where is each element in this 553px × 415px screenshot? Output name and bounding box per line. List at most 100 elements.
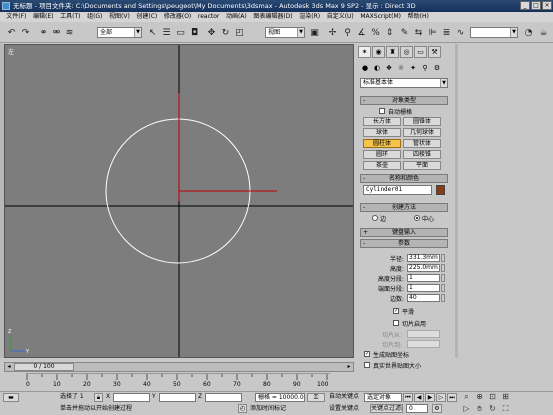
command-panel-scrollbar[interactable]: [455, 44, 458, 358]
menu-maxscript[interactable]: MAXScript(M): [357, 12, 404, 22]
menu-create[interactable]: 创建(C): [133, 12, 160, 22]
go-to-start-icon[interactable]: ⏮: [403, 393, 413, 402]
gen-mapping-checkbox[interactable]: ✓: [364, 351, 370, 357]
motion-tab[interactable]: ◎: [400, 46, 413, 58]
autogrid-checkbox[interactable]: [379, 108, 385, 114]
select-and-manipulate-icon[interactable]: ✢: [326, 26, 339, 39]
cylinder-button[interactable]: 圆柱体: [363, 139, 401, 148]
select-by-name-icon[interactable]: ☰: [160, 26, 173, 39]
slice-on-checkbox[interactable]: [393, 320, 399, 326]
key-filters-button[interactable]: 关键点过滤器...: [370, 404, 403, 413]
cameras-icon[interactable]: ☼: [396, 63, 406, 73]
menu-animation[interactable]: 动画(A): [223, 12, 250, 22]
key-filter-set-dropdown[interactable]: 选定对象: [364, 393, 402, 402]
window-crossing-icon[interactable]: ◘: [188, 26, 201, 39]
shapes-icon[interactable]: ◐: [372, 63, 382, 73]
render-scene-icon[interactable]: ☕: [537, 26, 550, 39]
maxscript-listener-button[interactable]: ▬: [3, 393, 19, 402]
percent-snap-icon[interactable]: %: [369, 26, 382, 39]
viewport-left[interactable]: 左 Z Y: [4, 44, 354, 358]
radius-field[interactable]: 331.3mm: [407, 254, 440, 262]
selection-filter-dropdown[interactable]: 全部 ▼: [97, 27, 142, 38]
plane-button[interactable]: 平面: [403, 161, 441, 170]
curve-editor-icon[interactable]: ∿: [454, 26, 467, 39]
named-selection-dropdown[interactable]: ▼: [470, 27, 518, 38]
select-move-icon[interactable]: ✥: [205, 26, 218, 39]
auto-key-label[interactable]: 自动关键点: [329, 392, 359, 401]
track-bar[interactable]: 0 10 20 30 40 50 60 70 80 90 100: [26, 373, 330, 390]
object-color-swatch[interactable]: [436, 185, 445, 195]
reference-coordinate-dropdown[interactable]: 视图 ▼: [265, 27, 305, 38]
menu-help[interactable]: 帮助(H): [404, 12, 432, 22]
current-frame-field[interactable]: 0: [406, 404, 428, 413]
cap-segments-spinner[interactable]: [441, 284, 445, 292]
menu-views[interactable]: 视图(V): [106, 12, 133, 22]
sphere-button[interactable]: 球体: [363, 128, 401, 137]
maximize-button[interactable]: □: [531, 1, 541, 10]
object-type-rollout[interactable]: - 对象类型: [360, 96, 448, 105]
z-coordinate-field[interactable]: [205, 393, 242, 402]
x-coordinate-field[interactable]: [113, 393, 150, 402]
display-tab[interactable]: ▭: [414, 46, 427, 58]
helpers-icon[interactable]: ✦: [408, 63, 418, 73]
key-icon[interactable]: ⚿: [307, 393, 325, 402]
parameters-rollout[interactable]: - 参数: [360, 239, 448, 248]
time-tag-icon[interactable]: ◴: [238, 404, 247, 413]
menu-graph-editors[interactable]: 图表编辑器(D): [250, 12, 296, 22]
space-warps-icon[interactable]: ⚲: [420, 63, 430, 73]
add-time-tag[interactable]: 添加时间标记: [250, 404, 286, 413]
prev-frame-icon[interactable]: ◂: [5, 363, 13, 371]
field-of-view-icon[interactable]: ▷: [461, 404, 472, 414]
menu-edit[interactable]: 编辑(E): [30, 12, 57, 22]
menu-group[interactable]: 组(G): [84, 12, 106, 22]
redo-icon[interactable]: ↷: [19, 26, 32, 39]
snaps-toggle-icon[interactable]: ⚲: [341, 26, 354, 39]
box-button[interactable]: 长方体: [363, 117, 401, 126]
time-slider[interactable]: ◂ 0 / 100 ▸: [4, 362, 354, 372]
teapot-button[interactable]: 茶壶: [363, 161, 401, 170]
height-spinner[interactable]: [441, 264, 445, 272]
center-radio[interactable]: [414, 215, 420, 221]
name-color-rollout[interactable]: - 名称和颜色: [360, 174, 448, 183]
rectangular-region-icon[interactable]: ▭: [174, 26, 187, 39]
set-key-label[interactable]: 设置关键点: [329, 404, 359, 413]
height-segments-spinner[interactable]: [441, 274, 445, 282]
pyramid-button[interactable]: 四棱锥: [403, 150, 441, 159]
pan-icon[interactable]: ✋︎: [474, 404, 485, 414]
lock-selection-icon[interactable]: 🔒︎: [94, 393, 103, 402]
menu-modifiers[interactable]: 修改器(O): [161, 12, 195, 22]
tube-button[interactable]: 管状体: [403, 139, 441, 148]
layer-manager-icon[interactable]: ≣: [440, 26, 453, 39]
cone-button[interactable]: 圆锥体: [403, 117, 441, 126]
go-to-end-icon[interactable]: ⏭: [447, 393, 457, 402]
unlink-icon[interactable]: ⚮: [50, 26, 63, 39]
minimize-button[interactable]: _: [520, 1, 530, 10]
play-icon[interactable]: ▶: [425, 393, 435, 402]
select-rotate-icon[interactable]: ↻: [219, 26, 232, 39]
create-tab[interactable]: ✶: [358, 46, 371, 58]
geosphere-button[interactable]: 几何球体: [403, 128, 441, 137]
mirror-icon[interactable]: ⇆: [412, 26, 425, 39]
menu-rendering[interactable]: 渲染(R): [296, 12, 323, 22]
select-object-icon[interactable]: ↖: [146, 26, 159, 39]
edit-named-selections-icon[interactable]: ✎: [398, 26, 411, 39]
geometry-icon[interactable]: ●: [360, 63, 370, 73]
bind-space-warp-icon[interactable]: ≋: [63, 26, 76, 39]
utilities-tab[interactable]: ⚒: [428, 46, 441, 58]
menu-reactor[interactable]: reactor: [195, 12, 223, 22]
close-button[interactable]: ×: [542, 1, 552, 10]
modify-tab[interactable]: ◉: [372, 46, 385, 58]
sides-spinner[interactable]: [441, 294, 445, 302]
undo-icon[interactable]: ↶: [5, 26, 18, 39]
primitive-type-dropdown[interactable]: 标准基本体 ▼: [360, 78, 448, 88]
link-icon[interactable]: ⚭: [37, 26, 50, 39]
spinner-snap-icon[interactable]: ⇕: [383, 26, 396, 39]
zoom-extents-all-icon[interactable]: ⊞: [500, 392, 511, 402]
keyboard-entry-rollout[interactable]: + 键盘输入: [360, 228, 448, 237]
torus-button[interactable]: 圆环: [363, 150, 401, 159]
angle-snap-icon[interactable]: ∡: [355, 26, 368, 39]
zoom-extents-icon[interactable]: ⊡: [487, 392, 498, 402]
radius-spinner[interactable]: [441, 254, 445, 262]
edge-radio[interactable]: [372, 215, 378, 221]
next-frame-icon[interactable]: ▸: [345, 363, 353, 371]
